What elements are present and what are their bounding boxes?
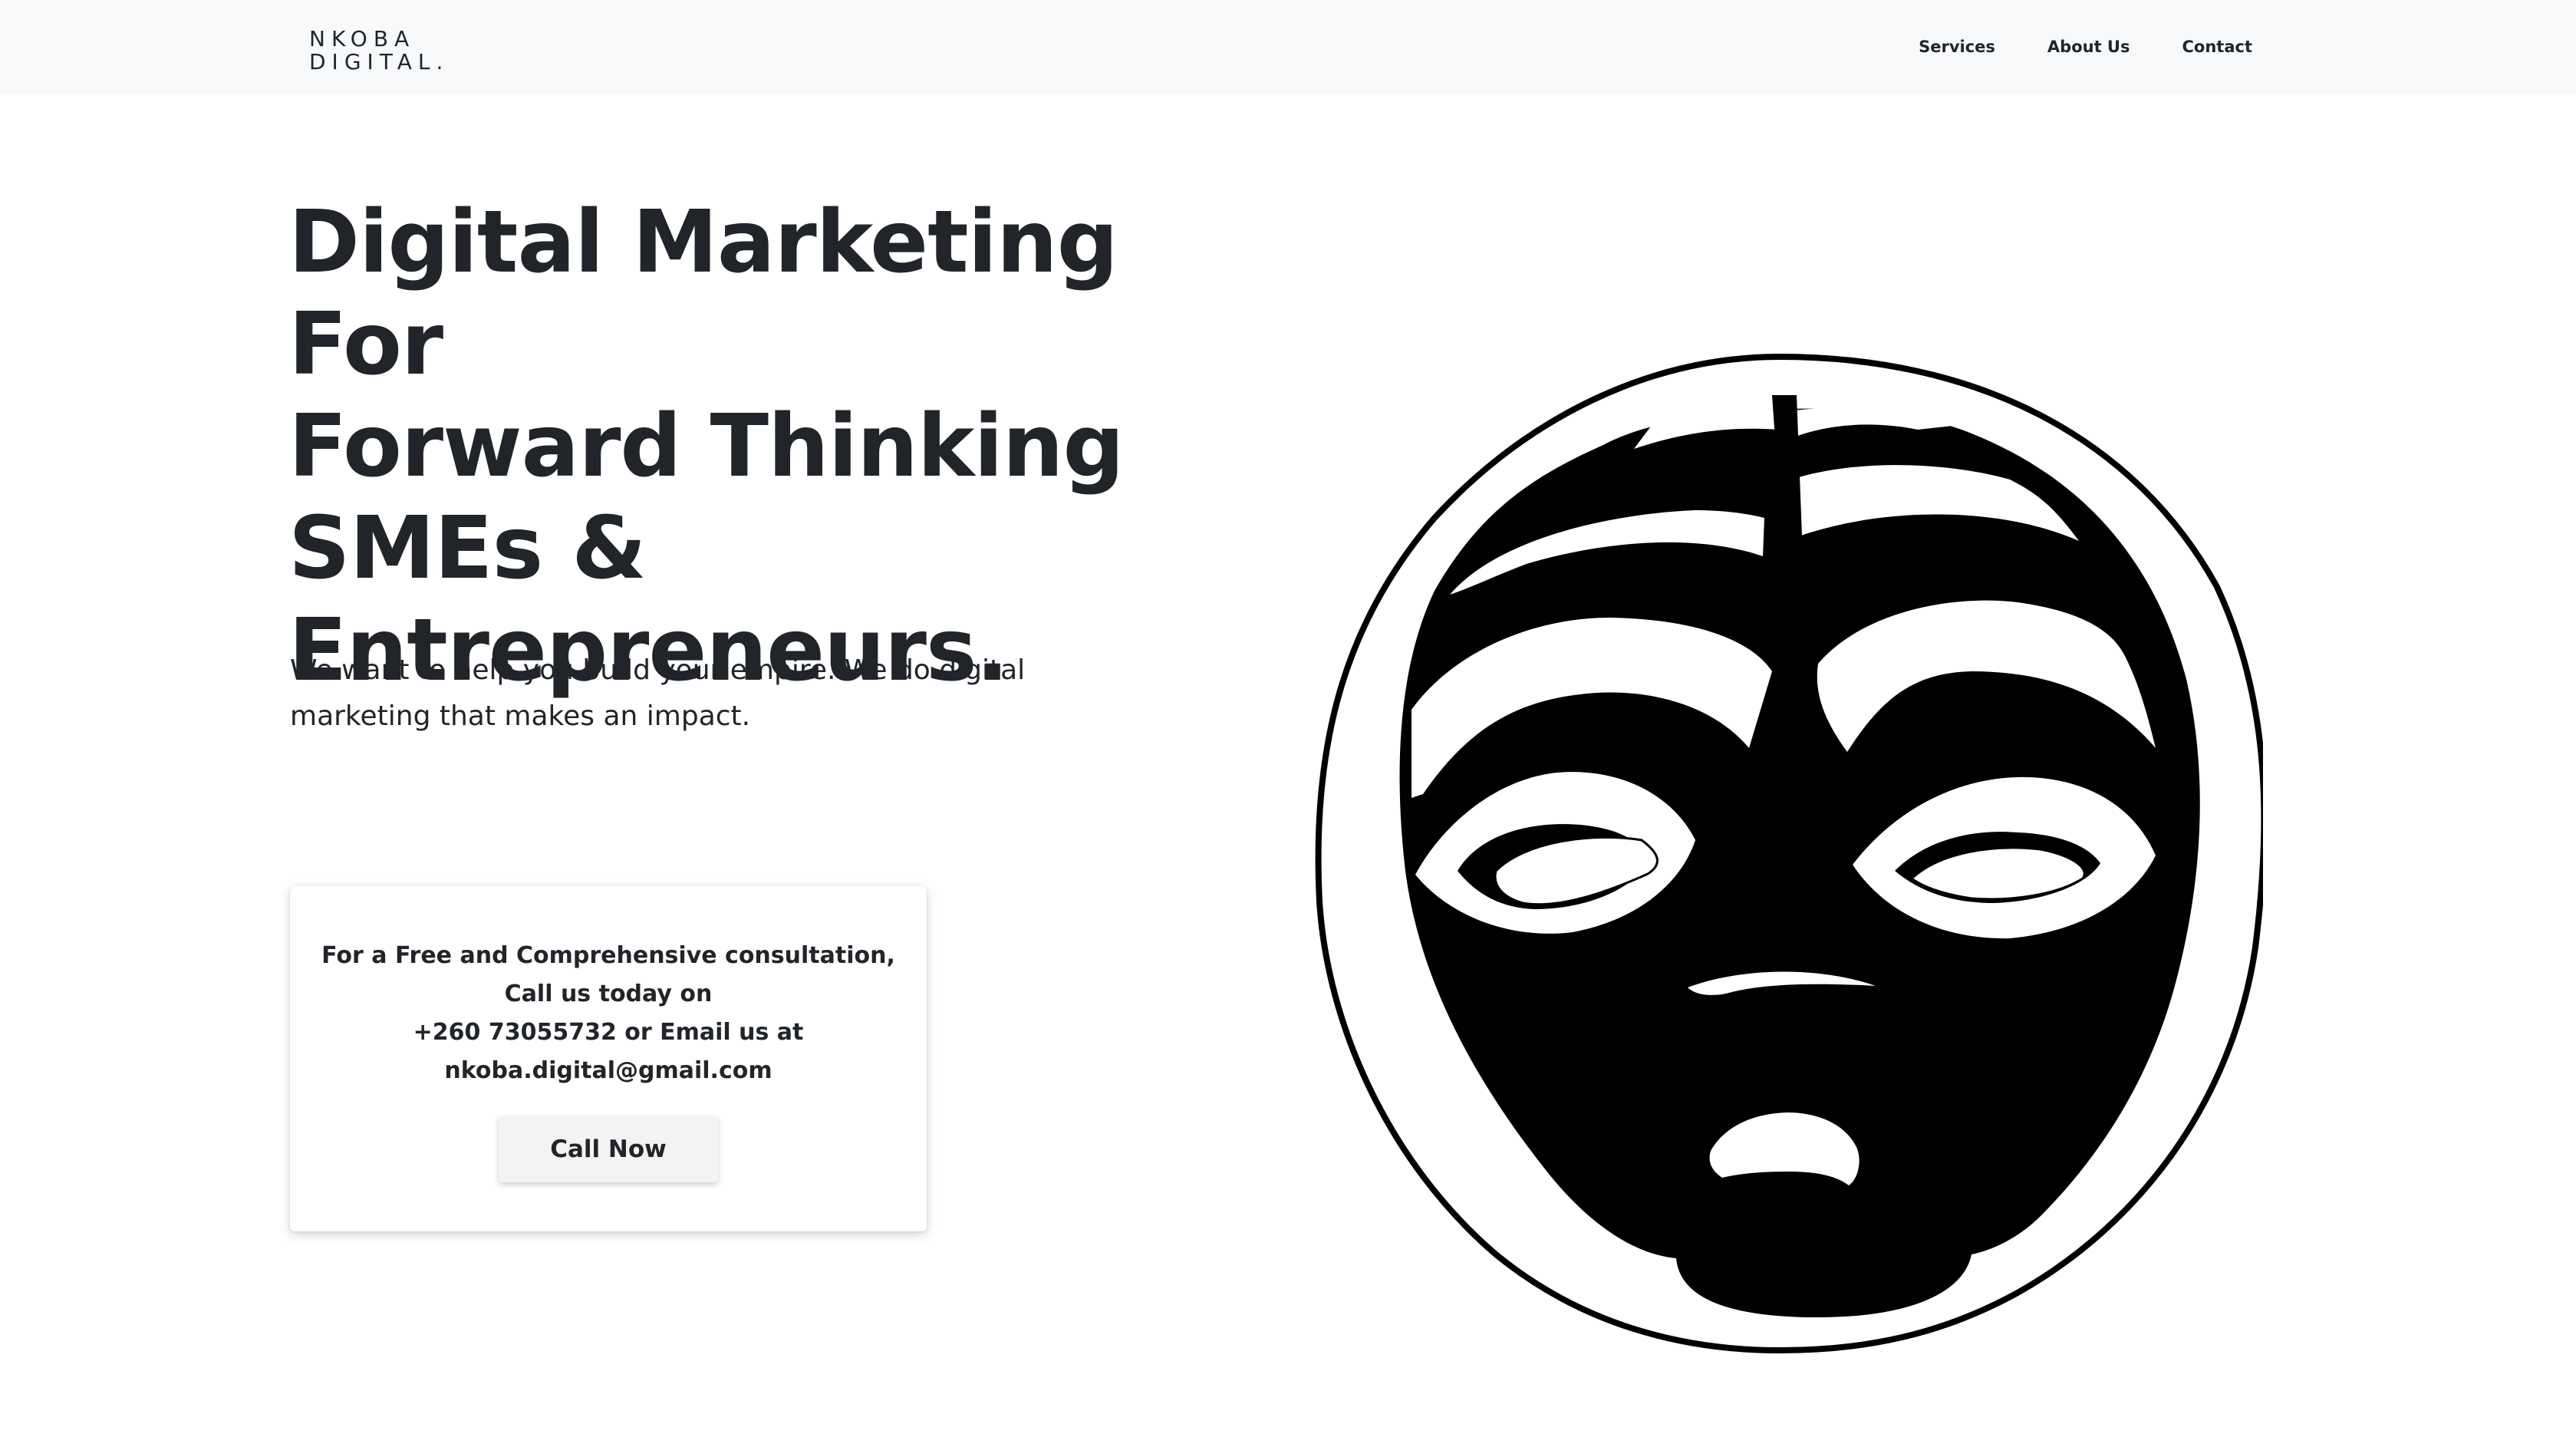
nav-links: Services About Us Contact	[1919, 0, 2252, 94]
consultation-line: Call us today on	[504, 981, 713, 1007]
african-mask-icon	[1315, 353, 2263, 1354]
nav-link-services[interactable]: Services	[1919, 38, 1995, 56]
hero-subtitle-line: marketing that makes an impact.	[290, 700, 751, 732]
consultation-phone-line: +260 73055732 or Email us at	[413, 1019, 804, 1046]
call-now-button[interactable]: Call Now	[499, 1116, 718, 1182]
hero-title: Digital Marketing For Forward Thinking S…	[288, 192, 1301, 702]
navbar: NKOBA DIGITAL. Services About Us Contact	[0, 0, 2576, 94]
nav-link-contact[interactable]: Contact	[2182, 38, 2253, 56]
brand-logo-line1: NKOBA	[309, 26, 416, 51]
consultation-card: For a Free and Comprehensive consultatio…	[290, 886, 927, 1231]
brand-logo-line2: DIGITAL.	[309, 49, 450, 74]
brand-logo[interactable]: NKOBA DIGITAL.	[309, 28, 449, 74]
landing-page: NKOBA DIGITAL. Services About Us Contact…	[0, 0, 2576, 1447]
consultation-line: For a Free and Comprehensive consultatio…	[321, 942, 895, 969]
hero-title-line: Digital Marketing For	[288, 193, 1118, 394]
consultation-email: nkoba.digital@gmail.com	[444, 1057, 772, 1084]
nav-link-about-us[interactable]: About Us	[2047, 38, 2130, 56]
consultation-text: For a Free and Comprehensive consultatio…	[290, 937, 927, 1090]
hero-subtitle-line: We want to help you build your empire. W…	[290, 654, 1026, 686]
hero-subtitle: We want to help you build your empire. W…	[290, 648, 1057, 740]
hero-title-line: SMEs &	[288, 499, 647, 598]
hero-title-line: Forward Thinking	[288, 397, 1125, 496]
